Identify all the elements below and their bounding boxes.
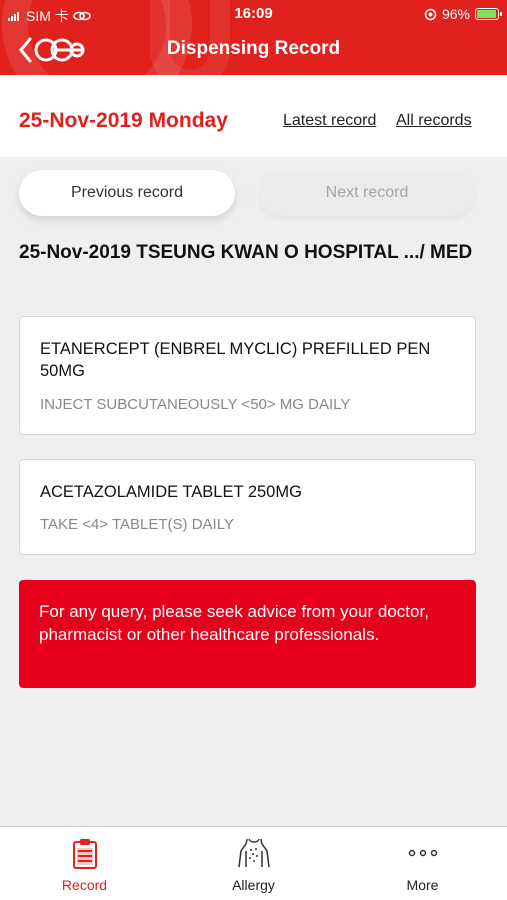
allergy-body-icon — [237, 838, 270, 868]
status-bar: SIM 卡 16:09 96% — [0, 0, 507, 28]
drug-card: ETANERCEPT (ENBREL MYCLIC) PREFILLED PEN… — [19, 316, 476, 435]
record-title: 25-Nov-2019 TSEUNG KWAN O HOSPITAL .../ … — [19, 242, 473, 263]
tab-record[interactable]: Record — [0, 827, 169, 900]
bottom-tab-bar: Record Allergy More — [0, 826, 507, 900]
tab-more[interactable]: More — [338, 827, 507, 900]
tab-record-label: Record — [61, 877, 108, 893]
all-records-link[interactable]: All records — [396, 112, 472, 130]
tab-more-label: More — [406, 877, 439, 893]
next-record-button[interactable]: Next record — [259, 170, 475, 216]
orientation-lock-icon — [424, 8, 437, 20]
more-dots-icon — [408, 849, 437, 857]
drug-instruction: TAKE <4> TABLET(S) DAILY — [40, 516, 234, 533]
clipboard-icon — [72, 839, 97, 869]
battery-icon — [475, 8, 502, 20]
query-notice: For any query, please seek advice from y… — [19, 580, 476, 688]
drug-instruction: INJECT SUBCUTANEOUSLY <50> MG DAILY — [40, 396, 351, 413]
tab-allergy-label: Allergy — [232, 877, 275, 893]
drug-name: ACETAZOLAMIDE TABLET 250MG — [40, 483, 302, 501]
date-row: 25-Nov-2019 Monday Latest record All rec… — [0, 75, 507, 157]
battery-percent: 96% — [441, 6, 470, 22]
page-title: Dispensing Record — [166, 38, 341, 59]
previous-record-button[interactable]: Previous record — [19, 170, 235, 216]
app-header: SIM 卡 16:09 96% Dispensing Record — [0, 0, 507, 75]
battery-level — [477, 10, 497, 18]
record-date: 25-Nov-2019 Monday — [19, 109, 228, 132]
drug-card: ACETAZOLAMIDE TABLET 250MG TAKE <4> TABL… — [19, 459, 476, 555]
drug-name: ETANERCEPT (ENBREL MYCLIC) PREFILLED PEN… — [40, 340, 431, 380]
tab-allergy[interactable]: Allergy — [169, 827, 338, 900]
latest-record-link[interactable]: Latest record — [283, 112, 376, 130]
status-right: 96% — [424, 6, 502, 22]
